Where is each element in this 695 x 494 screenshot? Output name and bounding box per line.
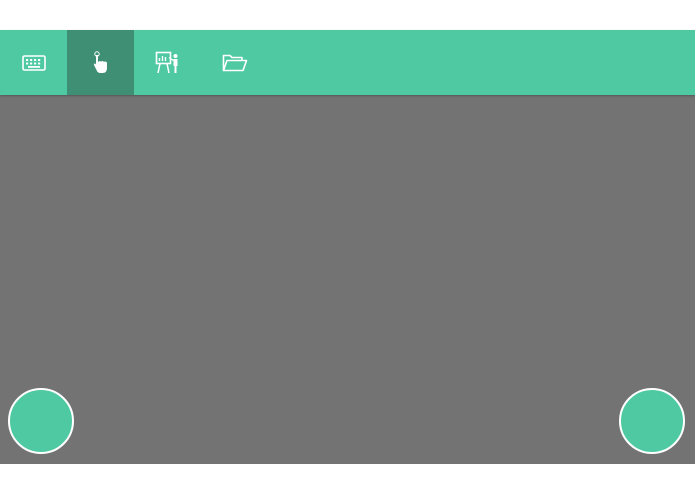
workspace-canvas[interactable] <box>0 95 695 464</box>
tab-touch[interactable] <box>67 30 134 95</box>
right-action-button[interactable] <box>619 388 685 454</box>
tab-presentation[interactable] <box>134 30 201 95</box>
tab-keyboard[interactable] <box>0 30 67 95</box>
top-margin <box>0 0 695 30</box>
presentation-icon <box>155 51 181 75</box>
touch-hand-icon <box>91 50 111 75</box>
tab-open-folder[interactable] <box>201 30 268 95</box>
keyboard-icon <box>21 54 46 71</box>
mode-toolbar <box>0 30 695 95</box>
bottom-margin <box>0 464 695 494</box>
left-action-button[interactable] <box>8 388 74 454</box>
folder-open-icon <box>222 53 248 73</box>
